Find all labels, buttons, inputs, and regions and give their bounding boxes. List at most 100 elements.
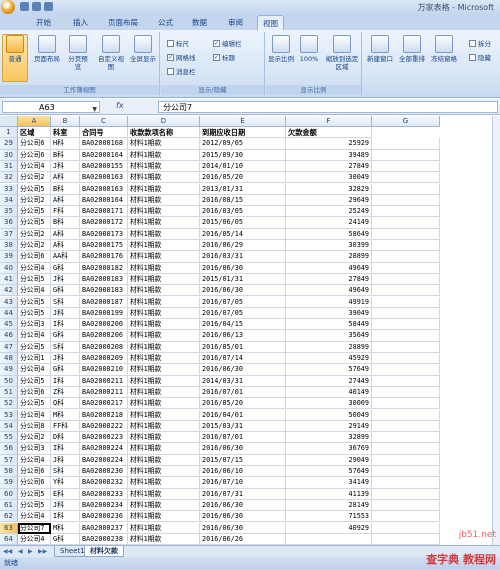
table-cell[interactable]: 材料1期款 [128,206,200,218]
table-cell[interactable]: 分公司4 [18,511,51,523]
table-cell[interactable]: 材料1期款 [128,533,200,546]
table-cell[interactable]: 分公司4 [18,364,51,376]
formula-bar-checkbox[interactable]: ✓ 编辑栏 [213,38,242,48]
table-cell[interactable]: 28899 [286,341,372,353]
empty-cell[interactable] [372,251,440,263]
table-cell[interactable]: 分公司4 [18,533,51,546]
row-header[interactable]: 59 [0,477,18,489]
table-cell[interactable]: H科 [51,138,80,150]
table-cell[interactable]: 32829 [286,183,372,195]
row-header[interactable]: 58 [0,466,18,478]
empty-cell[interactable] [372,319,440,331]
row-header[interactable]: 47 [0,341,18,353]
table-cell[interactable]: 材料1期款 [128,160,200,173]
table-cell[interactable]: BA02000232 [80,477,128,489]
column-header-a[interactable]: A [18,116,51,127]
table-cell[interactable]: BA02000183 [80,273,128,286]
gridlines-checkbox[interactable]: ✓ 网格线 [167,52,196,62]
table-cell[interactable]: A科 [51,172,80,184]
table-cell[interactable]: 25249 [286,206,372,218]
row-header[interactable]: 36 [0,217,18,229]
table-cell[interactable]: G科 [51,330,80,342]
table-cell[interactable]: 分公司5 [18,341,51,353]
table-cell[interactable]: 分公司8 [18,420,51,433]
table-cell[interactable]: 58649 [286,228,372,240]
table-cell[interactable]: 材料1期款 [128,443,200,455]
table-cell[interactable]: 分公司6 [18,138,51,150]
table-cell[interactable]: 2016/03/05 [200,206,286,218]
column-header-e[interactable]: E [200,116,286,127]
empty-cell[interactable] [372,443,440,455]
row-header[interactable]: 43 [0,296,18,308]
table-cell[interactable]: 40149 [286,386,372,399]
table-cell[interactable]: 材料1期款 [128,240,200,252]
split-button[interactable]: 拆分 [469,38,491,48]
table-cell[interactable]: BA02000183 [80,285,128,297]
row-header[interactable]: 40 [0,262,18,274]
column-header-g[interactable]: G [372,116,440,127]
hide-button[interactable]: 隐藏 [469,52,491,62]
row-header[interactable]: 64 [0,533,18,546]
row-header[interactable]: 34 [0,194,18,207]
table-cell[interactable]: BA02000237 [80,522,128,534]
table-cell[interactable]: 2016/06/30 [200,443,286,455]
table-cell[interactable]: G科 [51,285,80,297]
row-header[interactable]: 33 [0,183,18,195]
table-cell[interactable]: 30399 [286,240,372,252]
table-cell[interactable]: S科 [51,466,80,478]
table-cell[interactable]: D科 [51,432,80,444]
column-header-c[interactable]: C [80,116,128,127]
row-header[interactable]: 57 [0,454,18,466]
row-header[interactable]: 30 [0,149,18,161]
row-header[interactable]: 56 [0,443,18,455]
row-header[interactable]: 55 [0,432,18,444]
table-cell[interactable]: 2016/06/30 [200,499,286,512]
select-all-corner[interactable] [0,116,18,127]
table-cell[interactable]: 材料1期款 [128,285,200,297]
table-cell[interactable]: 材料1期款 [128,432,200,444]
table-cell[interactable]: 材料1期款 [128,364,200,376]
table-cell[interactable]: G科 [51,533,80,546]
table-cell[interactable]: BA02000173 [80,228,128,240]
table-cell[interactable]: 分公司5 [18,183,51,195]
table-cell[interactable] [286,533,372,546]
row-header[interactable]: 38 [0,240,18,252]
table-cell[interactable]: 材料1期款 [128,522,200,534]
table-cell[interactable]: BA02000210 [80,364,128,376]
table-cell[interactable]: 27849 [286,273,372,286]
table-cell[interactable]: BA02000233 [80,488,128,500]
table-cell[interactable]: 材料1期款 [128,386,200,399]
table-cell[interactable]: BA02000171 [80,206,128,218]
row-header[interactable]: 54 [0,420,18,433]
row-header[interactable]: 63 [0,522,18,534]
table-cell[interactable]: BA02000164 [80,149,128,161]
table-cell[interactable]: 材料1期款 [128,228,200,240]
redo-icon[interactable] [44,2,53,11]
row-header[interactable]: 49 [0,364,18,376]
table-cell[interactable]: 分公司2 [18,240,51,252]
table-cell[interactable]: FF科 [51,420,80,433]
empty-cell[interactable] [372,488,440,500]
empty-cell[interactable] [372,522,440,534]
table-cell[interactable]: 27849 [286,160,372,173]
empty-cell[interactable] [372,364,440,376]
empty-cell[interactable] [372,341,440,353]
table-cell[interactable]: 材料1期款 [128,353,200,365]
empty-cell[interactable] [372,183,440,195]
office-button[interactable] [0,0,16,14]
normal-view-button[interactable]: 普通 [2,34,28,82]
empty-cell[interactable] [372,386,440,399]
table-cell[interactable]: 材料1期款 [128,420,200,433]
header-cell[interactable]: 合同号 [80,127,128,139]
table-cell[interactable]: S科 [51,341,80,353]
table-cell[interactable]: 30049 [286,172,372,184]
table-cell[interactable]: F科 [51,206,80,218]
table-cell[interactable]: 2013/01/31 [200,183,286,195]
table-cell[interactable]: 29649 [286,194,372,207]
table-cell[interactable]: 2016/06/10 [200,466,286,478]
table-cell[interactable]: 24149 [286,217,372,229]
table-cell[interactable]: 2015/06/05 [200,217,286,229]
table-cell[interactable]: 分公司2 [18,194,51,207]
empty-cell[interactable] [372,194,440,207]
tab-formulas[interactable]: 公式 [158,17,173,28]
